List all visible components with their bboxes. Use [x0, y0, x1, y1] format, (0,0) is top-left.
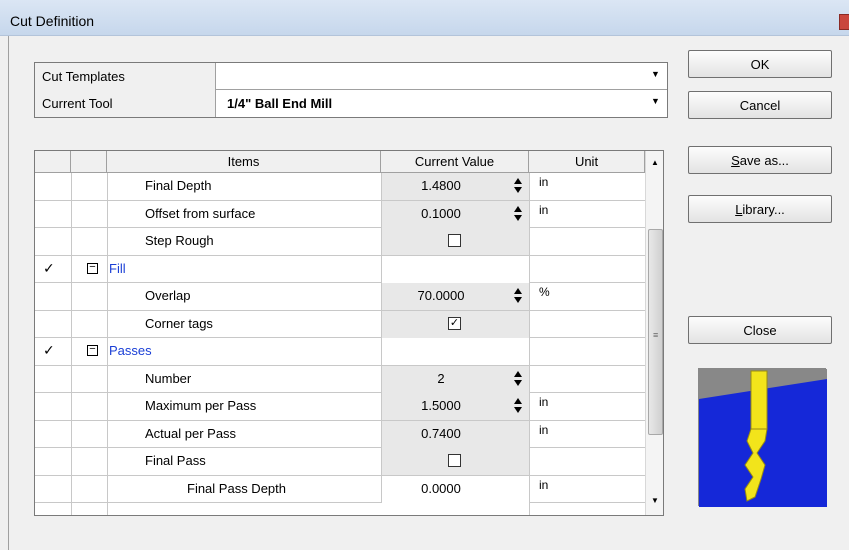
scroll-down-icon[interactable]: ▼: [651, 496, 659, 505]
header-items: Items: [107, 151, 381, 173]
current-tool-dropdown-icon[interactable]: ▼: [651, 96, 660, 106]
current-tool-value[interactable]: 1/4" Ball End Mill: [227, 96, 332, 111]
save-as-mnemonic: S: [731, 153, 740, 168]
row-value[interactable]: 0.1000: [382, 206, 500, 221]
current-tool-label: Current Tool: [35, 90, 216, 117]
row-label: Number: [145, 370, 192, 386]
row-label: Maximum per Pass: [145, 398, 257, 413]
header-expand-col: [71, 151, 107, 173]
row-final-pass-depth[interactable]: Final Pass Depth 0.0000 in: [35, 475, 645, 503]
section-label: Passes: [109, 343, 152, 358]
final-pass-checkbox[interactable]: [448, 454, 461, 467]
header-current-value: Current Value: [381, 151, 529, 173]
section-fill[interactable]: ✓ − Fill: [35, 255, 645, 283]
checkmark-icon[interactable]: ✓: [43, 342, 55, 359]
grid-divider: [107, 173, 108, 515]
row-corner-tags[interactable]: Corner tags ✓: [35, 310, 645, 338]
row-value[interactable]: 70.0000: [382, 288, 500, 303]
grid-divider: [529, 173, 530, 515]
cut-parameters-grid: Items Current Value Unit Final Depth 1.4…: [34, 150, 664, 516]
current-tool-row[interactable]: Current Tool 1/4" Ball End Mill ▼: [35, 90, 667, 117]
grid-scrollbar[interactable]: ▲ ≡ ▼: [645, 151, 663, 515]
spinner-icon[interactable]: [512, 286, 524, 306]
corner-tags-checkbox[interactable]: ✓: [448, 316, 461, 330]
row-label: Final Pass Depth: [187, 480, 286, 496]
row-offset-from-surface[interactable]: Offset from surface 0.1000 in: [35, 200, 645, 228]
row-label: Step Rough: [145, 233, 214, 248]
row-unit: in: [539, 202, 549, 217]
header-unit: Unit: [529, 151, 645, 173]
row-label: Overlap: [145, 288, 191, 303]
row-unit: in: [539, 395, 549, 409]
row-unit: in: [539, 422, 549, 437]
row-value: 0.7400: [421, 425, 461, 441]
row-unit: in: [539, 477, 549, 492]
library-button[interactable]: Library...: [688, 195, 832, 223]
row-final-depth[interactable]: Final Depth 1.4800 in: [35, 173, 645, 201]
row-overlap[interactable]: Overlap 70.0000 %: [35, 283, 645, 311]
spinner-icon[interactable]: [512, 176, 524, 196]
library-label: ibrary...: [742, 202, 785, 217]
save-as-button[interactable]: Save as...: [688, 146, 832, 174]
cut-templates-row[interactable]: Cut Templates ▼: [35, 63, 667, 90]
grid-divider: [71, 173, 72, 515]
row-value[interactable]: 1.5000: [382, 398, 500, 413]
minus-box-icon[interactable]: −: [87, 344, 98, 356]
row-label: Actual per Pass: [145, 425, 237, 441]
spinner-icon[interactable]: [512, 396, 524, 416]
combo-group: Cut Templates ▼ Current Tool 1/4" Ball E…: [34, 62, 668, 118]
row-unit: %: [539, 285, 550, 299]
save-as-label: ave as...: [739, 153, 789, 168]
checkmark-icon[interactable]: ✓: [43, 260, 55, 277]
minus-box-icon[interactable]: −: [87, 261, 98, 274]
scroll-thumb[interactable]: ≡: [648, 229, 663, 435]
section-passes[interactable]: ✓ − Passes: [35, 338, 645, 366]
row-actual-per-pass[interactable]: Actual per Pass 0.7400 in: [35, 420, 645, 448]
section-label: Fill: [109, 260, 126, 276]
ok-button[interactable]: OK: [688, 50, 832, 78]
step-rough-checkbox[interactable]: [448, 234, 461, 247]
row-final-pass[interactable]: Final Pass: [35, 448, 645, 476]
grip-icon: ≡: [653, 330, 659, 340]
row-value[interactable]: 2: [382, 371, 500, 386]
spinner-icon[interactable]: [512, 204, 524, 224]
tool-preview-image: [698, 368, 827, 507]
row-maximum-per-pass[interactable]: Maximum per Pass 1.5000 in: [35, 393, 645, 421]
row-label: Offset from surface: [145, 205, 256, 221]
row-step-rough[interactable]: Step Rough: [35, 228, 645, 256]
cancel-button[interactable]: Cancel: [688, 91, 832, 119]
cut-templates-label: Cut Templates: [35, 63, 216, 90]
row-label: Corner tags: [145, 315, 213, 331]
grid-header: Items Current Value Unit: [35, 151, 645, 173]
title-bar: Cut Definition: [0, 0, 849, 36]
row-number[interactable]: Number 2: [35, 365, 645, 393]
header-check-col: [35, 151, 71, 173]
window-title: Cut Definition: [10, 13, 95, 29]
row-unit: in: [539, 175, 549, 189]
close-window-icon[interactable]: [839, 14, 849, 30]
row-value[interactable]: 1.4800: [382, 178, 500, 193]
spinner-icon[interactable]: [512, 369, 524, 389]
row-label: Final Pass: [145, 453, 206, 468]
cut-templates-dropdown-icon[interactable]: ▼: [651, 69, 660, 79]
close-button[interactable]: Close: [688, 316, 832, 344]
row-label: Final Depth: [145, 178, 212, 193]
row-value: 0.0000: [421, 480, 461, 496]
scroll-up-icon[interactable]: ▲: [651, 158, 659, 167]
